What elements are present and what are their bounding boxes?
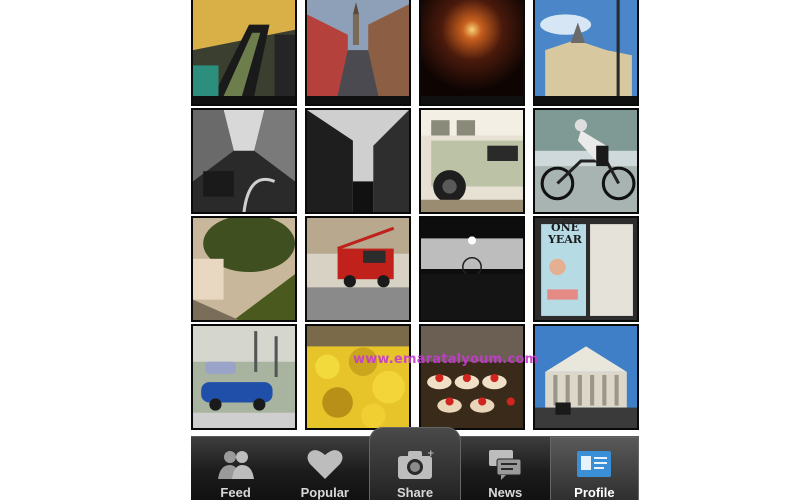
tab-bar: Feed Popular + Share News Profile [191, 427, 639, 500]
photo-red-bull-car[interactable] [191, 324, 297, 430]
tab-share-label: Share [396, 485, 434, 500]
photo-yellow-flowers[interactable] [305, 324, 411, 430]
poster-headline: ONE YEAR [545, 222, 585, 246]
photo-fire-truck[interactable] [305, 216, 411, 322]
photo-escalator[interactable] [191, 0, 297, 106]
tab-profile-label: Profile [574, 485, 615, 500]
photo-ferris-wheel[interactable] [419, 216, 525, 322]
photo-grid: ONE YEAR [191, 0, 639, 436]
tab-popular-label: Popular [300, 485, 349, 500]
tab-news[interactable]: News [461, 437, 550, 500]
people-icon [217, 451, 254, 479]
photo-building-blue-sky[interactable] [533, 0, 639, 106]
tab-feed-label: Feed [220, 485, 251, 500]
profile-card-icon [577, 451, 612, 477]
app-screen: ONE YEAR www.emaratalyoum.com Feed Popul… [191, 0, 639, 500]
camera-icon: + [398, 449, 435, 479]
photo-tree-house[interactable] [191, 216, 297, 322]
photo-poster[interactable]: ONE YEAR [533, 216, 639, 322]
speech-bubbles-icon [489, 450, 522, 480]
photo-land-rover[interactable] [419, 108, 525, 214]
tab-news-label: News [488, 485, 523, 500]
tab-profile[interactable]: Profile [549, 437, 639, 500]
svg-text:+: + [427, 449, 435, 459]
photo-tram-interior[interactable] [191, 108, 297, 214]
tab-share[interactable]: + Share [369, 427, 461, 500]
photo-parliament[interactable] [533, 324, 639, 430]
heart-icon [307, 450, 343, 479]
poster-line-2: YEAR [548, 233, 582, 246]
tab-feed[interactable]: Feed [191, 437, 280, 500]
photo-cyclist[interactable] [533, 108, 639, 214]
photo-tunnel[interactable] [419, 0, 525, 106]
photo-city-street[interactable] [305, 0, 411, 106]
photo-cakes[interactable] [419, 324, 525, 430]
photo-street-bw[interactable] [305, 108, 411, 214]
tab-popular[interactable]: Popular [280, 437, 369, 500]
